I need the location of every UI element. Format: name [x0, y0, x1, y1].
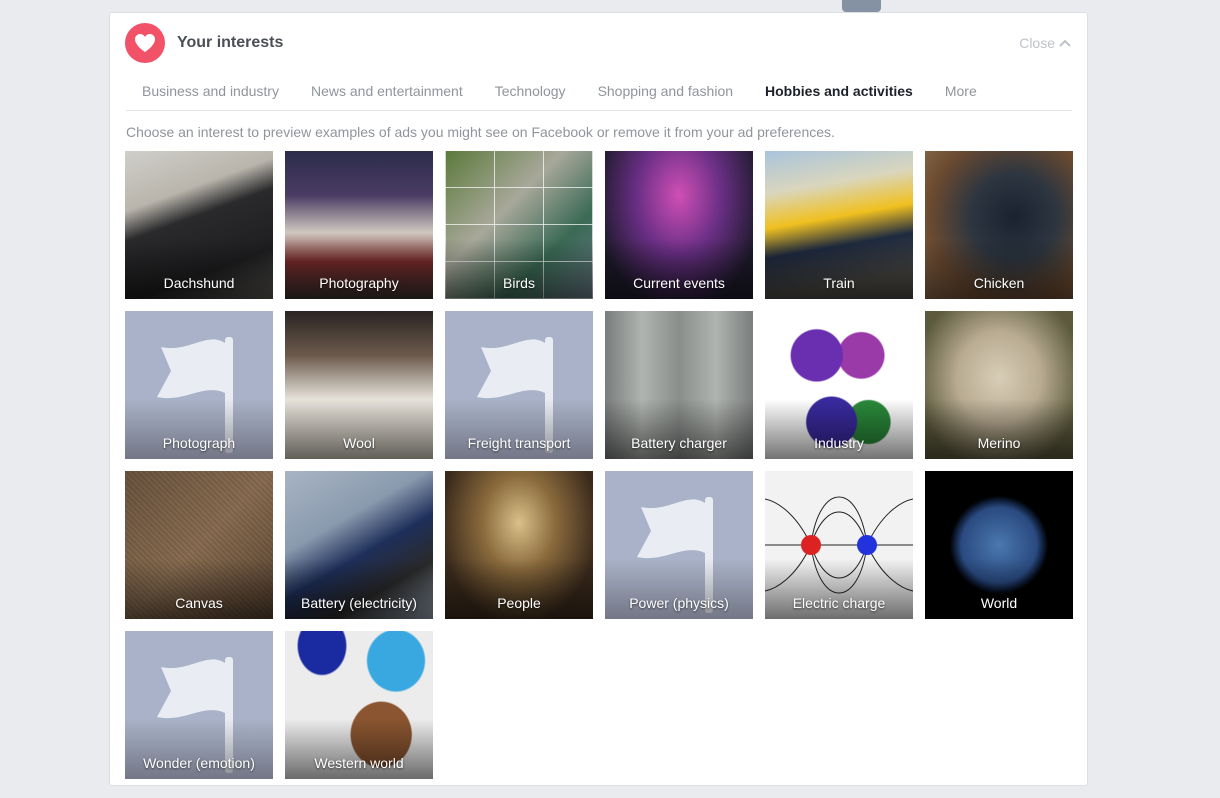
- interest-label: Wool: [343, 435, 375, 451]
- interest-label: Chicken: [973, 275, 1025, 291]
- interest-tile[interactable]: Train: [765, 151, 913, 299]
- interest-grid: Dachshund Photography Birds Current even…: [125, 151, 1075, 779]
- interest-label: Western world: [314, 755, 404, 771]
- top-tab-handle: [842, 0, 881, 12]
- interest-label: Train: [823, 275, 855, 291]
- heart-icon: [135, 34, 155, 52]
- interest-tile[interactable]: Wool: [285, 311, 433, 459]
- chevron-up-icon: [1059, 39, 1071, 47]
- close-label: Close: [1019, 35, 1055, 51]
- interest-label: Wonder (emotion): [143, 755, 255, 771]
- tab-news-and-entertainment[interactable]: News and entertainment: [295, 77, 479, 110]
- interest-label: Canvas: [175, 595, 223, 611]
- interest-tile[interactable]: Battery (electricity): [285, 471, 433, 619]
- panel-header: Your interests Close: [125, 23, 1071, 63]
- interest-tile[interactable]: Dachshund: [125, 151, 273, 299]
- interest-tile[interactable]: Power (physics): [605, 471, 753, 619]
- heart-badge: [125, 23, 165, 63]
- interests-panel: Your interests Close Business and indust…: [109, 12, 1088, 786]
- interest-tile[interactable]: Chicken: [925, 151, 1073, 299]
- category-tabs: Business and industry News and entertain…: [126, 77, 1072, 111]
- interest-tile[interactable]: Industry: [765, 311, 913, 459]
- interest-label: Dachshund: [163, 275, 235, 291]
- close-button[interactable]: Close: [1019, 35, 1071, 51]
- interest-tile[interactable]: Western world: [285, 631, 433, 779]
- interest-label: Industry: [814, 435, 864, 451]
- interest-tile[interactable]: Photograph: [125, 311, 273, 459]
- description-text: Choose an interest to preview examples o…: [126, 124, 835, 140]
- interest-label: Merino: [977, 435, 1021, 451]
- tab-technology[interactable]: Technology: [479, 77, 582, 110]
- interest-label: People: [497, 595, 541, 611]
- interest-label: Current events: [633, 275, 725, 291]
- interest-tile[interactable]: Birds: [445, 151, 593, 299]
- interest-label: Birds: [503, 275, 535, 291]
- interest-label: Electric charge: [792, 595, 886, 611]
- interest-tile[interactable]: Photography: [285, 151, 433, 299]
- interest-label: Photograph: [162, 435, 236, 451]
- tab-hobbies-and-activities[interactable]: Hobbies and activities: [749, 77, 929, 110]
- interest-label: World: [980, 595, 1018, 611]
- interest-label: Battery (electricity): [301, 595, 417, 611]
- interest-tile[interactable]: Freight transport: [445, 311, 593, 459]
- interest-tile[interactable]: Electric charge: [765, 471, 913, 619]
- interest-tile[interactable]: Current events: [605, 151, 753, 299]
- page-title: Your interests: [177, 34, 284, 51]
- interest-tile[interactable]: Canvas: [125, 471, 273, 619]
- tab-business-and-industry[interactable]: Business and industry: [126, 77, 295, 110]
- tab-shopping-and-fashion[interactable]: Shopping and fashion: [582, 77, 749, 110]
- interest-label: Freight transport: [467, 435, 571, 451]
- interest-label: Power (physics): [629, 595, 729, 611]
- interest-tile[interactable]: Merino: [925, 311, 1073, 459]
- interest-tile[interactable]: People: [445, 471, 593, 619]
- interest-label: Battery charger: [631, 435, 727, 451]
- interest-tile[interactable]: Battery charger: [605, 311, 753, 459]
- interest-tile[interactable]: World: [925, 471, 1073, 619]
- tab-more[interactable]: More: [929, 77, 993, 110]
- interest-tile[interactable]: Wonder (emotion): [125, 631, 273, 779]
- interest-label: Photography: [319, 275, 399, 291]
